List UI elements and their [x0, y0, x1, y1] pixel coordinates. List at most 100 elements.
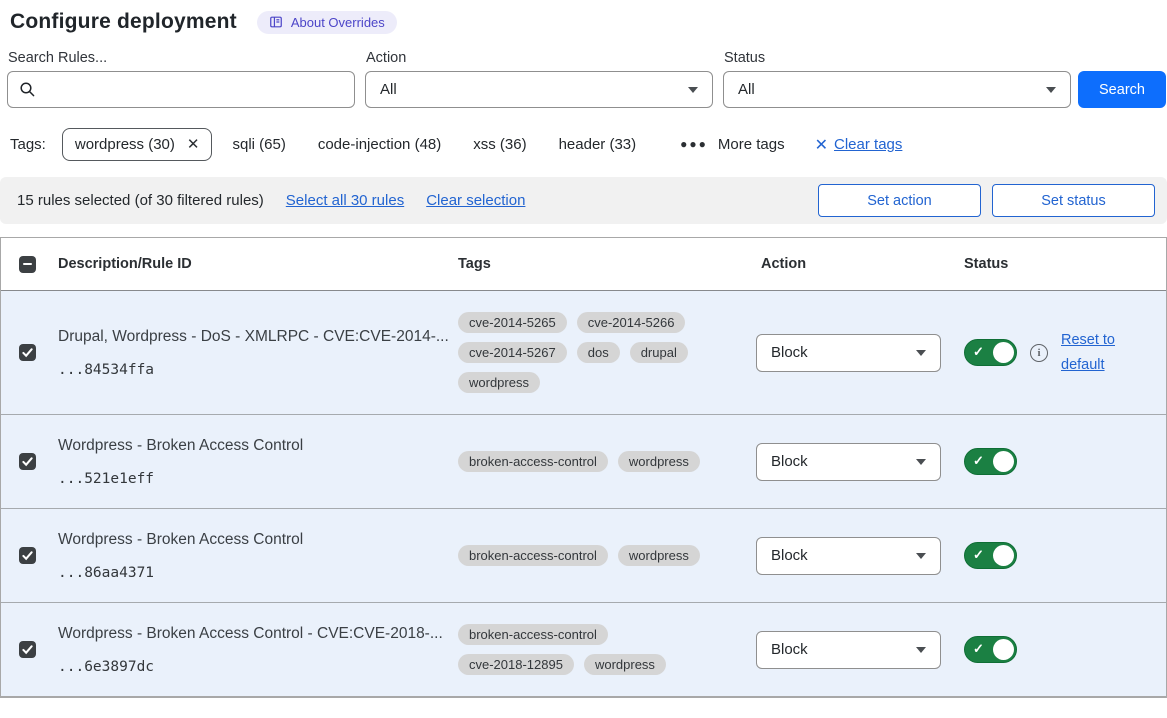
tag-pill: wordpress	[618, 451, 700, 472]
search-button[interactable]: Search	[1078, 71, 1166, 108]
action-value: Block	[771, 453, 808, 470]
tag-pill: wordpress	[584, 654, 666, 675]
page-title: Configure deployment	[10, 10, 237, 34]
chevron-down-icon	[916, 553, 926, 559]
column-header-status: Status	[964, 256, 1166, 272]
action-filter-label: Action	[366, 50, 713, 66]
search-rules-input[interactable]	[7, 71, 355, 108]
tag-option-xss[interactable]: xss (36)	[473, 136, 526, 153]
page-header: Configure deployment About Overrides	[0, 8, 1167, 34]
status-toggle[interactable]: ✓	[964, 542, 1017, 569]
row-checkbox[interactable]	[19, 641, 36, 658]
active-tag-label: wordpress (30)	[75, 136, 175, 153]
status-filter-label: Status	[724, 50, 1071, 66]
status-toggle[interactable]: ✓	[964, 448, 1017, 475]
action-value: Block	[771, 547, 808, 564]
tag-pill: cve-2014-5267	[458, 342, 567, 363]
action-select[interactable]: Block	[756, 537, 941, 575]
chevron-down-icon	[1046, 87, 1056, 93]
action-filter-value: All	[380, 81, 397, 98]
action-value: Block	[771, 641, 808, 658]
tag-pill: cve-2014-5266	[577, 312, 686, 333]
column-header-description: Description/Rule ID	[48, 256, 458, 272]
tag-pill: wordpress	[618, 545, 700, 566]
tag-option-code-injection[interactable]: code-injection (48)	[318, 136, 441, 153]
rule-id: ...84534ffa	[58, 362, 458, 378]
table-row: Wordpress - Broken Access Control ...521…	[1, 415, 1166, 509]
book-icon	[269, 15, 283, 29]
status-toggle[interactable]: ✓	[964, 636, 1017, 663]
action-value: Block	[771, 344, 808, 361]
rule-tags: cve-2014-5265 cve-2014-5266 cve-2014-526…	[458, 312, 718, 393]
set-action-button[interactable]: Set action	[818, 184, 981, 217]
tag-pill: broken-access-control	[458, 624, 608, 645]
table-row: Drupal, Wordpress - DoS - XMLRPC - CVE:C…	[1, 291, 1166, 415]
rule-description: Drupal, Wordpress - DoS - XMLRPC - CVE:C…	[58, 327, 458, 347]
row-checkbox[interactable]	[19, 547, 36, 564]
active-tag-chip-wordpress[interactable]: wordpress (30) ✕	[62, 128, 213, 161]
tag-pill: broken-access-control	[458, 545, 608, 566]
tag-option-header[interactable]: header (33)	[559, 136, 637, 153]
about-overrides-badge[interactable]: About Overrides	[257, 11, 397, 34]
set-status-button[interactable]: Set status	[992, 184, 1155, 217]
more-tags-button[interactable]: ●●● More tags	[680, 136, 784, 153]
rule-id: ...6e3897dc	[58, 659, 458, 675]
status-toggle[interactable]: ✓	[964, 339, 1017, 366]
tags-label: Tags:	[10, 136, 46, 153]
more-tags-label: More tags	[718, 136, 785, 153]
tag-option-sqli[interactable]: sqli (65)	[232, 136, 285, 153]
filters-row: Search Rules... Action All Status	[0, 34, 1167, 108]
about-overrides-label: About Overrides	[291, 15, 385, 30]
rule-tags: broken-access-control wordpress	[458, 451, 718, 472]
rule-id: ...521e1eff	[58, 471, 458, 487]
select-all-link[interactable]: Select all 30 rules	[286, 192, 404, 209]
column-header-action: Action	[756, 256, 964, 272]
configure-deployment-page: Configure deployment About Overrides Sea…	[0, 0, 1167, 698]
selection-bar: 15 rules selected (of 30 filtered rules)…	[0, 177, 1167, 224]
action-filter-group: Action All	[365, 50, 713, 108]
action-select[interactable]: Block	[756, 334, 941, 372]
action-filter-select[interactable]: All	[365, 71, 713, 108]
selection-summary: 15 rules selected (of 30 filtered rules)	[17, 192, 264, 209]
status-filter-value: All	[738, 81, 755, 98]
remove-tag-icon[interactable]: ✕	[187, 137, 200, 152]
table-row: Wordpress - Broken Access Control ...86a…	[1, 509, 1166, 603]
action-select[interactable]: Block	[756, 443, 941, 481]
ellipsis-icon: ●●●	[680, 137, 708, 151]
chevron-down-icon	[916, 350, 926, 356]
row-checkbox[interactable]	[19, 344, 36, 361]
rule-description: Wordpress - Broken Access Control	[58, 530, 458, 550]
table-header-row: Description/Rule ID Tags Action Status	[1, 238, 1166, 291]
tag-pill: dos	[577, 342, 620, 363]
chevron-down-icon	[688, 87, 698, 93]
close-icon: ✕	[815, 135, 828, 155]
info-icon[interactable]: i	[1030, 344, 1048, 362]
reset-to-default-link[interactable]: Reset to default	[1061, 328, 1125, 377]
rule-description: Wordpress - Broken Access Control - CVE:…	[58, 624, 458, 644]
action-select[interactable]: Block	[756, 631, 941, 669]
rule-id: ...86aa4371	[58, 565, 458, 581]
rule-tags: broken-access-control wordpress	[458, 545, 718, 566]
clear-tags-link[interactable]: ✕ Clear tags	[815, 135, 903, 155]
search-rules-label: Search Rules...	[8, 50, 355, 66]
status-filter-group: Status All	[723, 50, 1071, 108]
chevron-down-icon	[916, 647, 926, 653]
tag-pill: cve-2018-12895	[458, 654, 574, 675]
tag-pill: cve-2014-5265	[458, 312, 567, 333]
tag-pill: broken-access-control	[458, 451, 608, 472]
clear-selection-link[interactable]: Clear selection	[426, 192, 525, 209]
tag-pill: wordpress	[458, 372, 540, 393]
rule-description: Wordpress - Broken Access Control	[58, 436, 458, 456]
row-checkbox[interactable]	[19, 453, 36, 470]
select-all-checkbox[interactable]	[19, 256, 36, 273]
status-filter-select[interactable]: All	[723, 71, 1071, 108]
table-row: Wordpress - Broken Access Control - CVE:…	[1, 603, 1166, 697]
tag-pill: drupal	[630, 342, 688, 363]
chevron-down-icon	[916, 459, 926, 465]
tags-bar: Tags: wordpress (30) ✕ sqli (65) code-in…	[0, 108, 1167, 161]
rules-table: Description/Rule ID Tags Action Status D…	[0, 237, 1167, 698]
column-header-tags: Tags	[458, 256, 756, 272]
clear-tags-label: Clear tags	[834, 136, 902, 153]
rule-tags: broken-access-control cve-2018-12895 wor…	[458, 624, 718, 675]
search-rules-group: Search Rules...	[7, 50, 355, 108]
